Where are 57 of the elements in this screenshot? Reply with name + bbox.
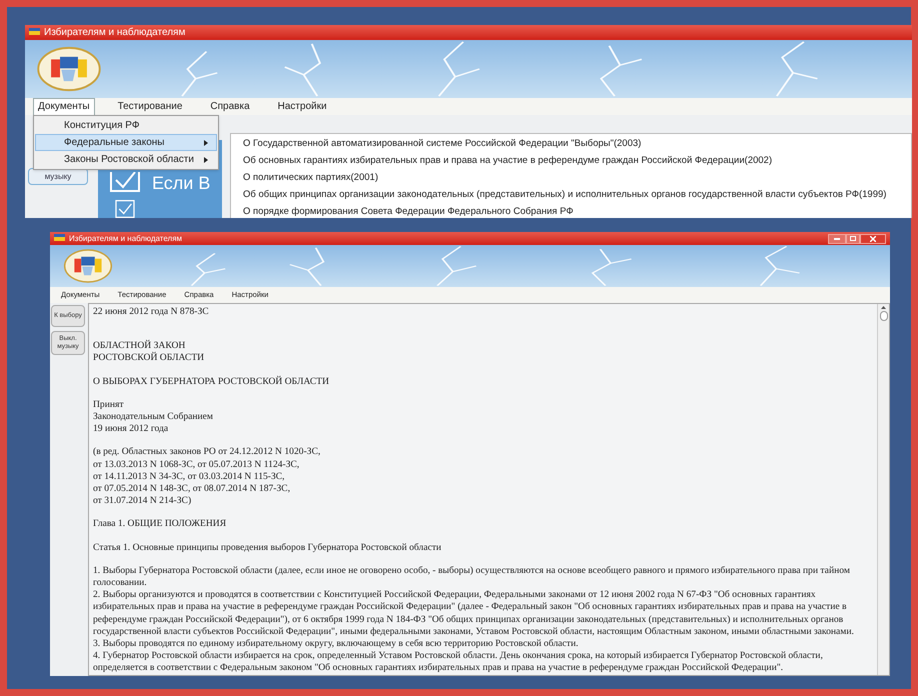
document-line: 22 июня 2012 года N 878-ЗС: [93, 306, 209, 318]
submenu-item[interactable]: О порядке формирования Совета Федерации Федерального Собрания РФ: [243, 204, 911, 218]
submenu-item[interactable]: О политических партиях(2001): [243, 170, 911, 187]
submenu-arrow-icon: [204, 156, 208, 162]
emblem-logo: [62, 249, 114, 283]
scroll-up-icon: [881, 306, 886, 309]
app-icon: [54, 234, 65, 244]
submenu-item[interactable]: Об общих принципах организации законодательных (представительных) и исполнительных органов государственной власти субъектов РФ(1999): [243, 187, 911, 204]
minimize-button[interactable]: [828, 234, 846, 244]
submenu-item[interactable]: Об основных гарантиях избирательных прав и права на участие в референдуме граждан Российской Федерации(2002): [243, 153, 911, 170]
menu-item[interactable]: Тестирование: [112, 98, 188, 115]
document-line: избирательных прав и права на участие в референдуме граждан Российской Федерации" (далее - Федеральный закон "Об основных гарантиях избирательных прав и права на участие в: [93, 601, 847, 614]
document-line: 4. Губернатор Ростовской области избирается на срок, определенный Уставом Ростовской области. День окончания срока, на который избирается Губернатор Ростовской области,: [93, 650, 823, 662]
document-line: 1. Выборы Губернатора Ростовской области (далее, если иное не оговорено особо, - выборы) осуществляются на основе всеобщего равного и прямого избирательного права при тайном: [93, 564, 850, 578]
close-button[interactable]: [860, 234, 886, 244]
document-line: (в ред. Областных законов РО от 24.12.2012 N 1020-ЗС,: [93, 446, 320, 459]
document-line: Принят: [93, 398, 124, 412]
document-line: определяется в соответствии с Федеральным законом "Об основных гарантиях избирательных прав и права на участие в референдуме граждан Российской Федерации".: [93, 662, 784, 675]
document-line: Статья 1. Основные принципы проведения выборов Губернатора Ростовской области: [93, 542, 442, 554]
menu-item[interactable]: Справка: [205, 98, 255, 115]
maximize-icon: [850, 236, 856, 241]
minimize-icon: [834, 238, 840, 240]
submenu-arrow-icon: [204, 140, 208, 146]
document-line: ОБЛАСТНОЙ ЗАКОН: [93, 340, 186, 352]
document-line: голосовании.: [93, 577, 147, 590]
close-icon: [870, 236, 876, 242]
submenu-item[interactable]: О Государственной автоматизированной системе Российской Федерации "Выборы"(2003): [243, 136, 911, 153]
document-line: 19 июня 2012 года: [93, 423, 168, 436]
document-line: референдуме граждан Российской Федерации"), от 6 октября 1999 года N 184-ФЗ "Об общих принципах организации законодательных (представительных) и исполнительных органов: [93, 614, 844, 626]
dropdown-label: Федеральные законы: [64, 136, 164, 150]
scroll-thumb[interactable]: [880, 311, 888, 321]
checkbox-icon: [110, 172, 140, 192]
dropdown-item[interactable]: Конституция РФ: [35, 117, 217, 134]
document-line: 2. Выборы организуются и проводятся в соответствии с Конституцией Российской Федерации, Федеральными законами от 12 июня 2002 года N 67-ФЗ "Об основных гарантиях: [93, 589, 816, 602]
document-line: Законодательным Собранием: [93, 411, 213, 424]
emblem-logo: [37, 44, 101, 94]
document-line: от 07.05.2014 N 148-ЗС, от 08.07.2014 N 187-ЗС,: [93, 483, 290, 496]
document-line: государственной власти субъектов Российской Федерации", иными федеральными законами, Уставом Ростовской области, настоящим Областным законом, иными областными законами.: [93, 626, 854, 638]
document-line: от 14.11.2013 N 34-ЗС, от 03.03.2014 N 115-ЗС,: [93, 470, 285, 484]
document-line: РОСТОВСКОЙ ОБЛАСТИ: [93, 352, 204, 365]
window-title: Избирателям и наблюдателям: [44, 28, 186, 38]
document-line: Глава 1. ОБЩИЕ ПОЛОЖЕНИЯ: [93, 518, 226, 531]
scrollbar[interactable]: [877, 304, 889, 675]
dropdown-label: Законы Ростовской области: [64, 153, 194, 167]
document-line: от 13.03.2013 N 1068-ЗС, от 05.07.2013 N 1124-ЗС,: [93, 458, 300, 471]
dropdown-label: Конституция РФ: [64, 119, 140, 133]
document-line: 3. Выборы проводятся по единому избирательному округу, включающему в себя всю территорию Ростовской области.: [93, 638, 578, 650]
menu-item[interactable]: Настройки: [272, 98, 332, 115]
app-icon: [29, 28, 40, 38]
dropdown-item[interactable]: Федеральные законы: [35, 134, 217, 151]
document-line: О ВЫБОРАХ ГУБЕРНАТОРА РОСТОВСКОЙ ОБЛАСТИ: [93, 376, 330, 388]
dropdown-item[interactable]: Законы Ростовской области: [35, 151, 217, 168]
window-title: Избирателям и наблюдателям: [69, 234, 184, 242]
document-line: от 31.07.2014 N 214-ЗС): [93, 495, 192, 508]
menu-item[interactable]: Документы: [33, 98, 95, 115]
question-text: Если В: [152, 174, 210, 192]
maximize-button[interactable]: [846, 234, 860, 244]
